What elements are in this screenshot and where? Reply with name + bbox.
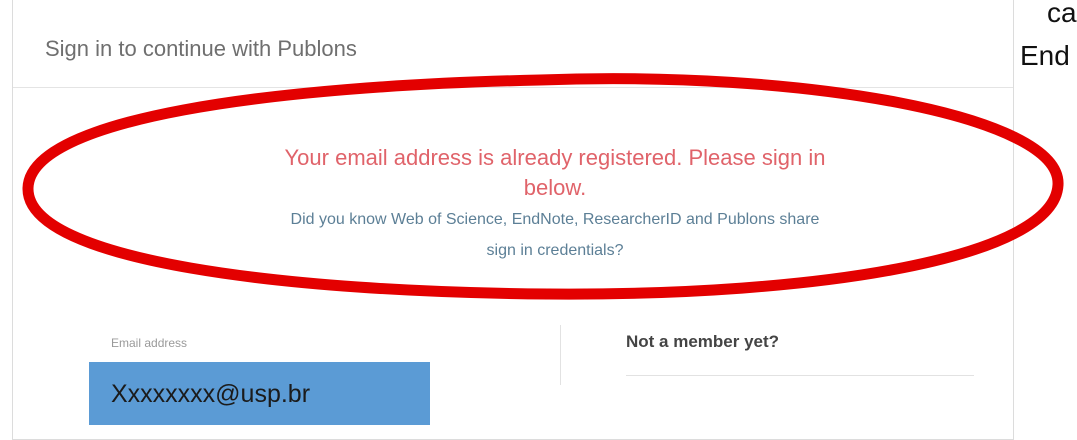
card-title: Sign in to continue with Publons bbox=[45, 36, 357, 61]
not-member-heading: Not a member yet? bbox=[626, 332, 780, 351]
info-message: Did you know Web of Science, EndNote, Re… bbox=[245, 204, 865, 266]
email-label: Email address bbox=[111, 336, 188, 350]
column-divider bbox=[560, 325, 561, 385]
error-message-line-2: below. bbox=[523, 175, 587, 200]
email-field[interactable]: Xxxxxxxx@usp.br bbox=[89, 362, 430, 425]
card-header: Sign in to continue with Publons bbox=[13, 0, 1013, 88]
info-message-line-2: sign in credentials? bbox=[486, 242, 624, 259]
cropped-text-line-1: ca bbox=[1047, 0, 1077, 28]
error-message-line-1: Your email address is already registered… bbox=[284, 145, 826, 170]
signup-divider bbox=[626, 375, 974, 376]
info-message-line-1: Did you know Web of Science, EndNote, Re… bbox=[290, 211, 820, 228]
cropped-text-line-2: End bbox=[1020, 40, 1070, 71]
error-message: Your email address is already registered… bbox=[235, 143, 875, 203]
email-field-value: Xxxxxxxx@usp.br bbox=[111, 380, 311, 408]
